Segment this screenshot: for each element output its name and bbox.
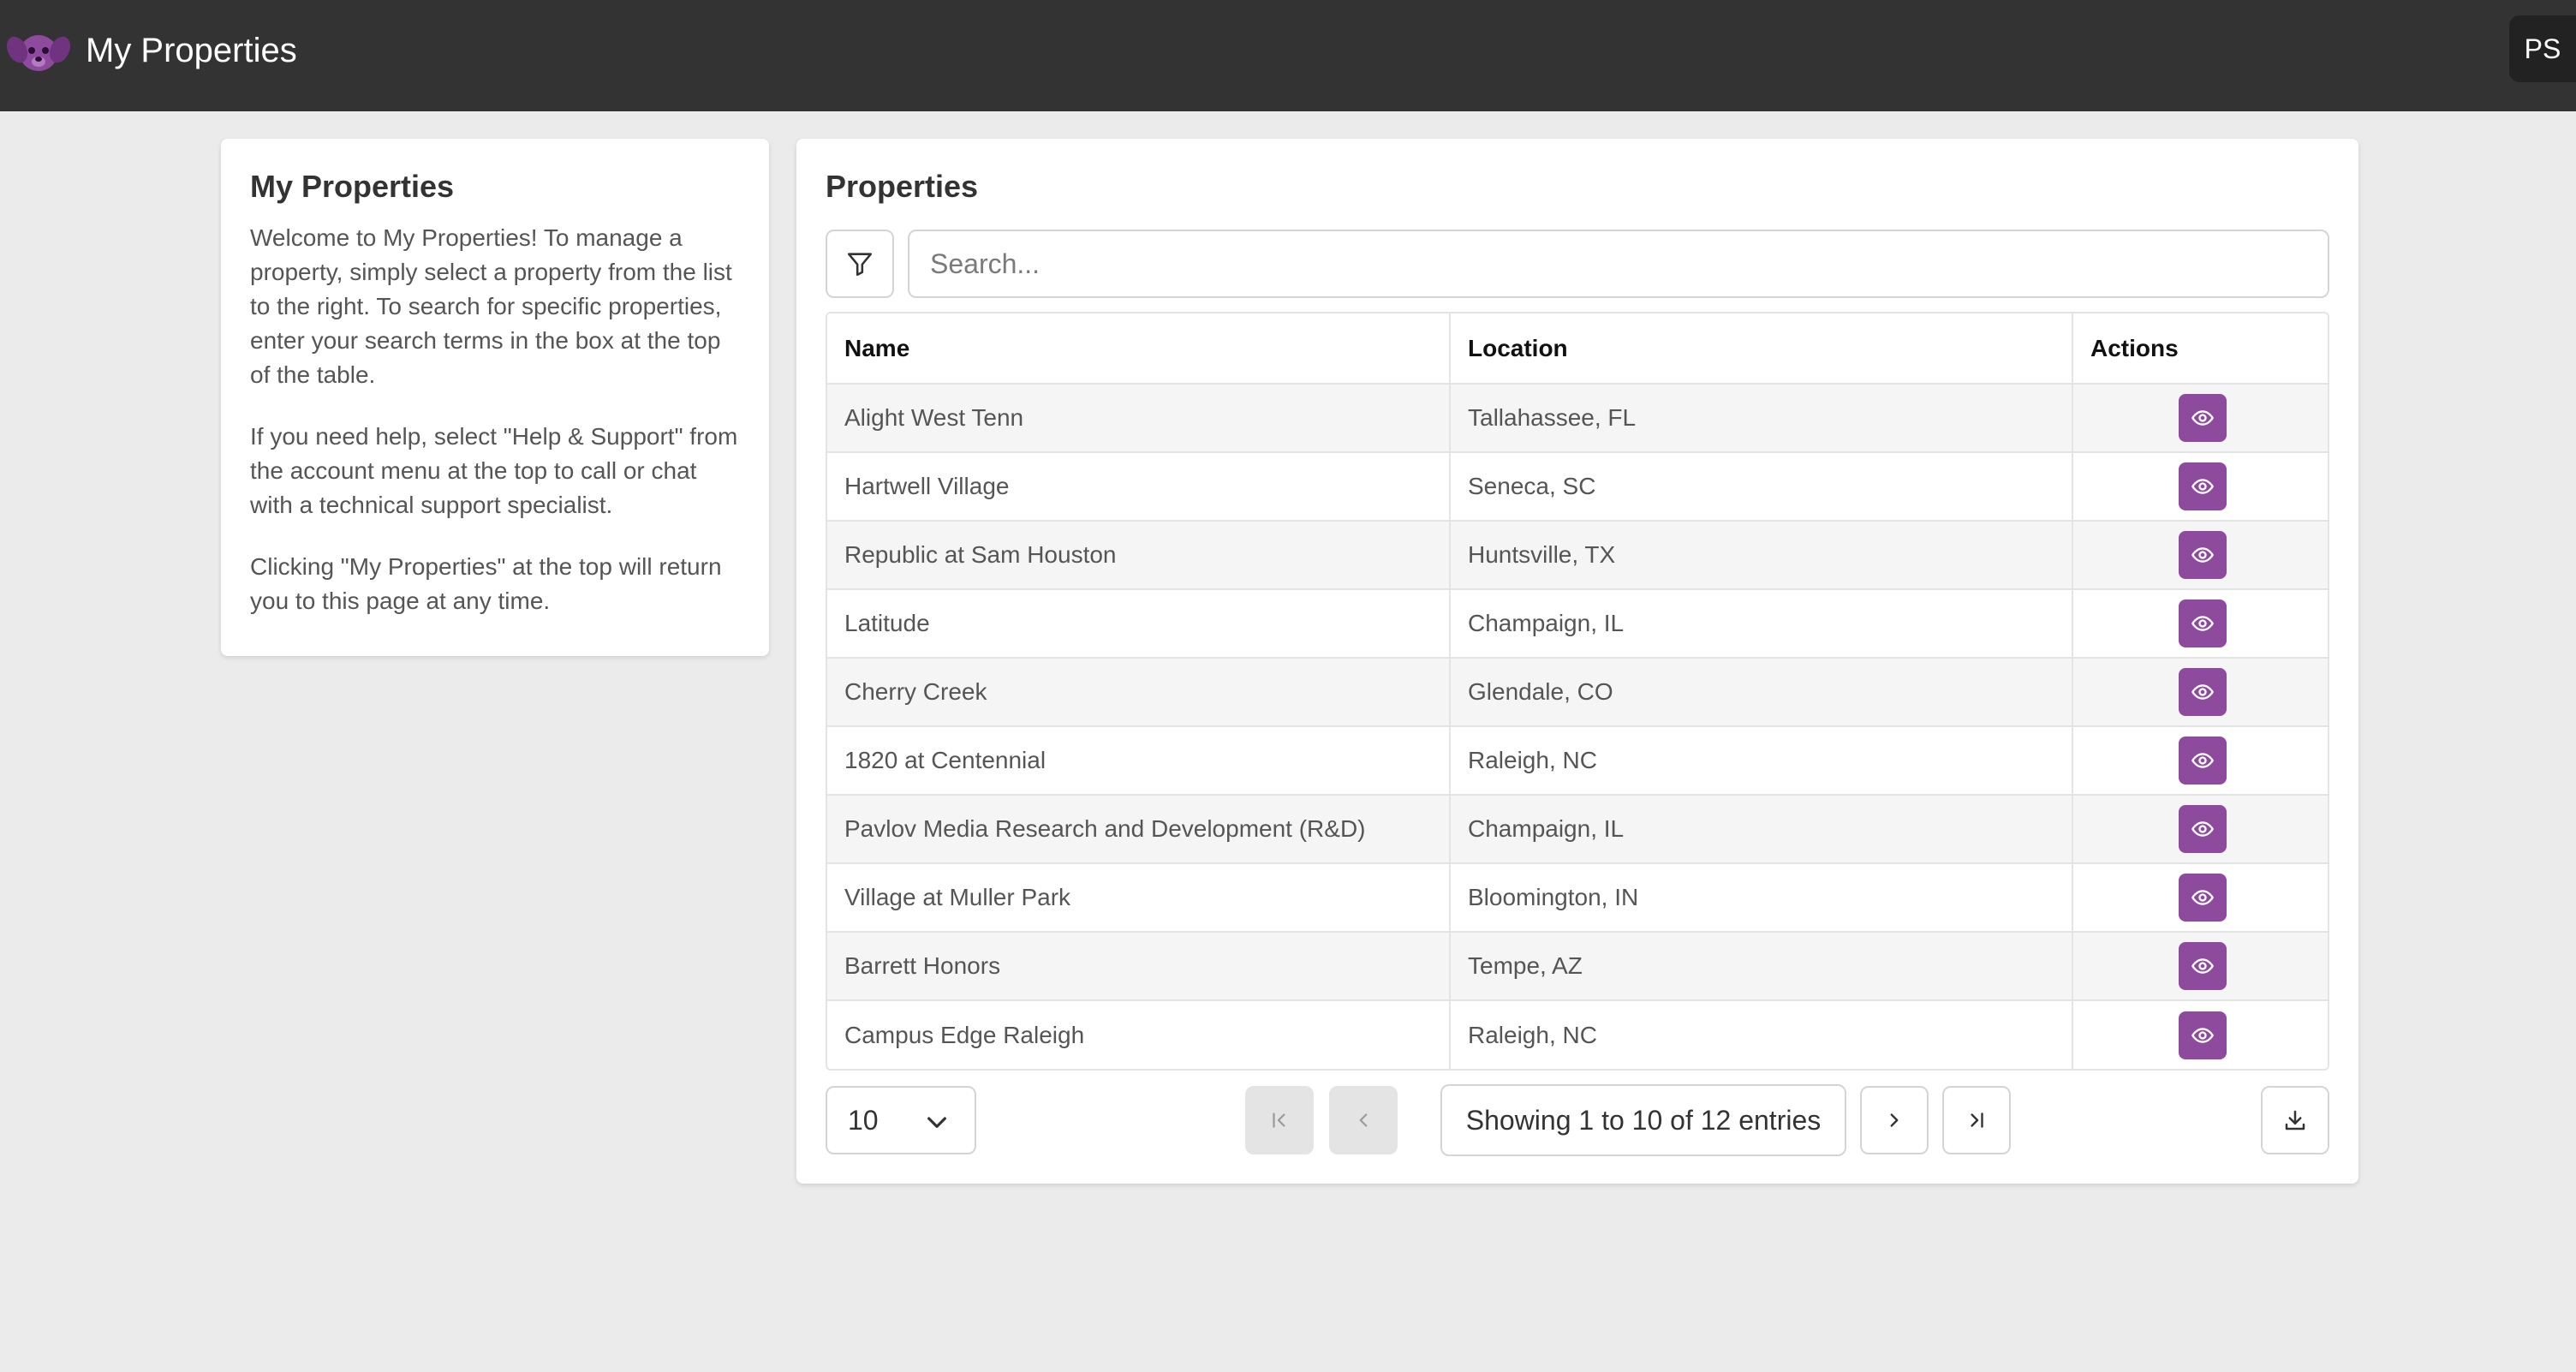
download-icon [2285,1110,2305,1130]
eye-icon [2191,616,2214,631]
properties-table: Name Location Actions Alight West Tenn Ta… [826,312,2329,1071]
eye-icon [2191,479,2214,494]
view-property-button[interactable] [2178,462,2227,510]
actions-cell [2072,589,2328,659]
chevron-right-icon [1890,1113,1899,1127]
table-row[interactable]: Cherry Creek Glendale, CO [827,658,2328,727]
property-name: Republic at Sam Houston [827,521,1451,590]
download-button[interactable] [2261,1086,2329,1154]
actions-cell [2072,658,2328,727]
table-row[interactable]: Barrett Honors Tempe, AZ [827,932,2328,1001]
actions-cell [2072,384,2328,453]
table-row[interactable]: Hartwell Village Seneca, SC [827,452,2328,522]
info-paragraph: Welcome to My Properties! To manage a pr… [250,224,732,388]
page-size-value: 10 [848,1104,879,1136]
property-name: Hartwell Village [827,452,1451,522]
app-title[interactable]: My Properties [86,29,297,72]
eye-icon [2191,753,2214,768]
table-row[interactable]: Alight West Tenn Tallahassee, FL [827,384,2328,453]
actions-cell [2072,521,2328,590]
property-location: Champaign, IL [1450,795,2073,864]
column-header-location[interactable]: Location [1450,313,2073,385]
eye-icon [2191,410,2214,426]
filter-icon [847,253,873,277]
property-location: Raleigh, NC [1450,1000,2073,1069]
info-paragraph: Clicking "My Properties" at the top will… [250,553,722,614]
property-location: Champaign, IL [1450,589,2073,659]
search-row [826,230,2329,298]
property-name: Latitude [827,589,1451,659]
page-size-select[interactable]: 10 [826,1086,976,1154]
table-row[interactable]: Pavlov Media Research and Development (R… [827,795,2328,864]
view-property-button[interactable] [2178,805,2227,853]
dog-logo-icon[interactable] [7,24,70,77]
table-row[interactable]: 1820 at Centennial Raleigh, NC [827,726,2328,796]
top-bar: My Properties PS [0,0,2576,111]
last-page-button[interactable] [1942,1086,2011,1154]
actions-cell [2072,452,2328,522]
properties-title: Properties [826,169,979,204]
view-property-button[interactable] [2178,1011,2227,1059]
eye-icon [2191,684,2214,700]
previous-page-button[interactable] [1329,1086,1398,1154]
column-header-name[interactable]: Name [827,313,1451,385]
actions-cell [2072,726,2328,796]
table-row[interactable]: Campus Edge Raleigh Raleigh, NC [827,1000,2328,1069]
filter-button[interactable] [826,230,894,298]
eye-icon [2191,821,2214,837]
view-property-button[interactable] [2178,874,2227,922]
info-card: My Properties Welcome to My Properties! … [221,139,769,656]
eye-icon [2191,890,2214,905]
property-location: Tempe, AZ [1450,932,2073,1001]
eye-icon [2191,547,2214,563]
actions-cell [2072,795,2328,864]
chevron-left-icon [1359,1113,1368,1127]
view-property-button[interactable] [2178,668,2227,716]
table-row[interactable]: Latitude Champaign, IL [827,589,2328,659]
last-page-icon [1971,1113,1983,1128]
property-name: Cherry Creek [827,658,1451,727]
property-location: Seneca, SC [1450,452,2073,522]
table-header-row: Name Location Actions [827,313,2328,385]
property-name: Campus Edge Raleigh [827,1000,1451,1069]
first-page-icon [1273,1113,1285,1128]
view-property-button[interactable] [2178,942,2227,990]
eye-icon [2191,1027,2214,1043]
properties-card: Properties Name Location Actions Alight … [796,139,2358,1184]
property-location: Raleigh, NC [1450,726,2073,796]
property-name: Alight West Tenn [827,384,1451,453]
actions-cell [2072,863,2328,933]
pagination-bar: 10 Showing 1 to 10 of 12 entries [826,1084,2329,1156]
table-row[interactable]: Village at Muller Park Bloomington, IN [827,863,2328,933]
actions-cell [2072,1000,2328,1069]
first-page-button[interactable] [1245,1086,1314,1154]
property-location: Bloomington, IN [1450,863,2073,933]
column-header-actions: Actions [2072,313,2328,385]
next-page-button[interactable] [1860,1086,1929,1154]
view-property-button[interactable] [2178,394,2227,442]
property-name: 1820 at Centennial [827,726,1451,796]
account-avatar-button[interactable]: PS [2509,15,2576,82]
property-location: Tallahassee, FL [1450,384,2073,453]
chevron-down-icon [927,1117,946,1128]
property-name: Village at Muller Park [827,863,1451,933]
actions-cell [2072,932,2328,1001]
search-input[interactable] [908,230,2329,298]
property-name: Pavlov Media Research and Development (R… [827,795,1451,864]
view-property-button[interactable] [2178,531,2227,579]
property-name: Barrett Honors [827,932,1451,1001]
table-row[interactable]: Republic at Sam Houston Huntsville, TX [827,521,2328,590]
property-location: Glendale, CO [1450,658,2073,727]
pagination-status: Showing 1 to 10 of 12 entries [1440,1084,1846,1156]
property-location: Huntsville, TX [1450,521,2073,590]
eye-icon [2191,958,2214,974]
view-property-button[interactable] [2178,600,2227,647]
info-paragraph: If you need help, select "Help & Support… [250,423,738,518]
info-card-title: My Properties [250,169,455,204]
view-property-button[interactable] [2178,737,2227,784]
